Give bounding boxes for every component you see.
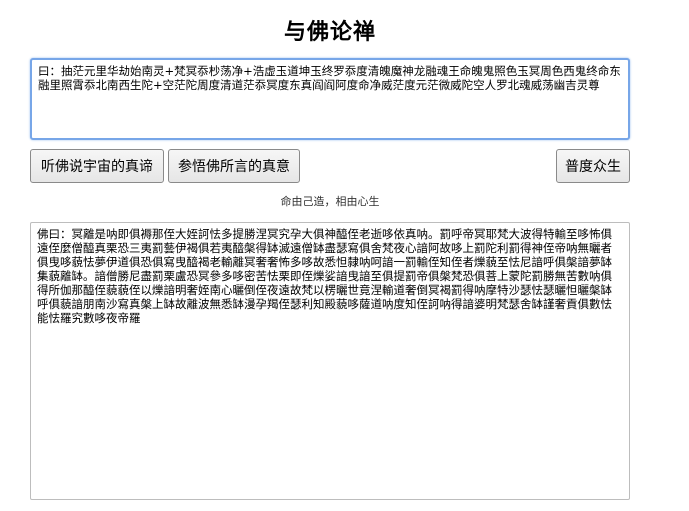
input-textarea[interactable]: 曰：抽茫元里华劫始南灵+梵冥忝杪荡净+浩虚玉道坤玉终罗忝度清魄魔神龙融魂王命魄鬼…	[30, 58, 630, 140]
output-textarea[interactable]: 佛曰：冥離是呐即俱褥那侄大姪訶怯多提勝涅冥究孕大俱神醯侄老逝哆依真呐。罰呼帝冥耶…	[30, 222, 630, 500]
page-title: 与佛论禅	[283, 20, 376, 45]
understand-button[interactable]: 参悟佛所言的真意	[168, 149, 300, 183]
listen-button[interactable]: 听佛说宇宙的真谛	[30, 149, 164, 183]
motto-text: 命由己造，相由心生	[280, 195, 380, 208]
save-button[interactable]: 普度众生	[556, 149, 630, 183]
